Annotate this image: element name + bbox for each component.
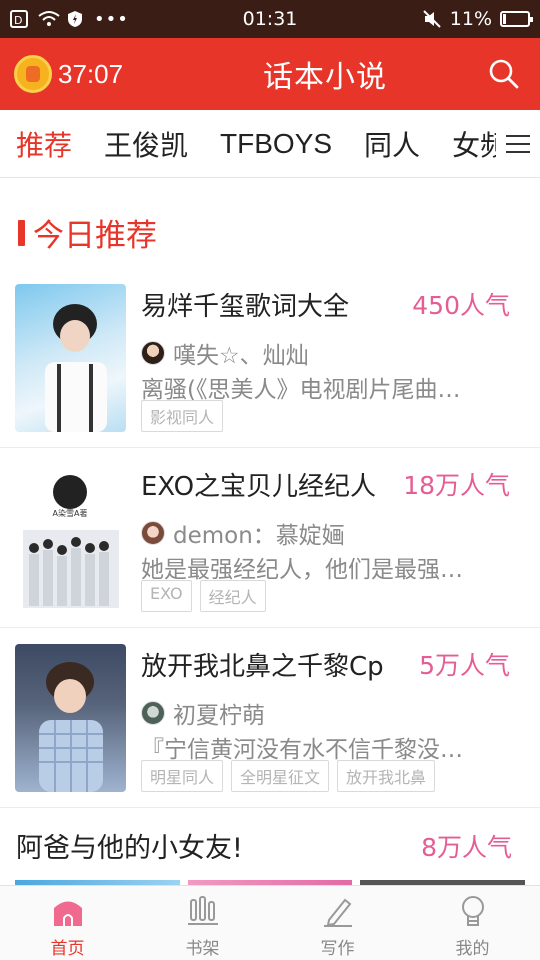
tag[interactable]: 经纪人 [199,580,266,612]
book-item[interactable]: A染雪A著 EXO之宝贝儿经纪人 18万人气 demon：慕婝婳 她是最强经纪人… [0,448,540,628]
author-row: 嘆失☆、灿灿 [141,336,309,370]
author-name: 初夏柠萌 [173,703,265,729]
search-icon [489,59,519,89]
book-title: EXO之宝贝儿经纪人 [141,472,377,502]
app-title: 话本小说 [263,60,387,95]
tag-list: 影视同人 [141,400,224,432]
svg-text:A染雪A著: A染雪A著 [53,508,88,518]
profile-icon [461,896,484,926]
wifi-icon [38,10,60,28]
book-cover [15,644,126,792]
app-header: 37:07 话本小说 [0,38,540,110]
section-featured-book[interactable]: 阿爸与他的小女友! 8万人气 [16,826,526,865]
popularity-count: 5万人气 [419,651,510,680]
tag[interactable]: EXO [141,580,192,612]
scroll-edge [0,178,540,186]
tag-list: EXO 经纪人 [141,580,266,612]
book-description: 『宁信黄河没有水不信千黎没… [141,737,463,763]
nav-label: 首页 [50,939,85,959]
reading-timer[interactable]: 37:07 [0,55,170,93]
timer-text: 37:07 [58,58,124,89]
nav-bookshelf[interactable]: 书架 [135,886,270,960]
book-cover: A染雪A著 [15,464,126,612]
mute-icon [422,10,442,28]
book-description: 离骚(《思美人》电视剧片尾曲… [141,377,461,403]
status-bar: D ••• 01:31 11% [0,0,540,38]
book-cover [15,284,126,432]
popularity-count: 450人气 [412,291,510,320]
more-dots-icon: ••• [94,8,129,30]
book-item[interactable]: 易烊千玺歌词大全 450人气 嘆失☆、灿灿 离骚(《思美人》电视剧片尾曲… 影视… [0,268,540,448]
tab-recommend[interactable]: 推荐 [0,124,88,164]
bookshelf-icon [187,896,218,925]
book-item[interactable]: 放开我北鼻之千黎Cp 5万人气 初夏柠萌 『宁信黄河没有水不信千黎没… 明星同人… [0,628,540,808]
home-icon [53,901,82,926]
write-icon [323,898,352,927]
tag[interactable]: 影视同人 [141,400,224,432]
tab-tfboys[interactable]: TFBOYS [204,128,348,160]
featured-popularity: 8万人气 [421,833,512,862]
author-avatar [141,341,165,365]
tag[interactable]: 明星同人 [141,760,224,792]
battery-fill [503,14,506,24]
tab-menu-icon[interactable] [496,110,540,177]
battery-icon [500,11,533,27]
section-marker [18,219,25,246]
book-list: 易烊千玺歌词大全 450人气 嘆失☆、灿灿 离骚(《思美人》电视剧片尾曲… 影视… [0,268,540,808]
alarm-clock-icon [14,55,52,93]
author-avatar [141,521,165,545]
book-title: 放开我北鼻之千黎Cp [141,652,384,682]
tab-fan-fiction[interactable]: 同人 [348,124,436,164]
battery-percent: 11% [449,8,492,30]
svg-text:D: D [14,14,22,27]
nav-home[interactable]: 首页 [0,886,135,960]
section-title: 今日推荐 [33,218,157,254]
nav-profile[interactable]: 我的 [405,886,540,960]
bottom-navigation: 首页 书架 写作 我的 [0,885,540,960]
nav-label: 写作 [320,939,355,959]
tab-wang-junkai[interactable]: 王俊凯 [88,124,204,164]
author-avatar [141,701,165,725]
section-today-recommend: 今日推荐 [18,210,157,255]
author-name: 嘆失☆、灿灿 [173,343,309,369]
status-left-icons: D ••• [10,9,190,30]
nav-write[interactable]: 写作 [270,886,405,960]
popularity-count: 18万人气 [403,471,510,500]
search-button[interactable] [488,58,520,90]
tag-list: 明星同人 全明星征文 放开我北鼻 [141,760,436,792]
hd-icon: D [10,10,30,28]
book-title: 易烊千玺歌词大全 [141,292,350,322]
status-time: 01:31 [242,8,298,30]
book-description: 她是最强经纪人，他们是最强… [141,557,463,583]
nav-label: 书架 [185,939,220,959]
author-row: 初夏柠萌 [141,696,265,730]
author-row: demon：慕婝婳 [141,516,345,550]
shield-icon [66,10,86,28]
category-tabs: 推荐 王俊凯 TFBOYS 同人 女频 [0,110,540,178]
author-name: demon：慕婝婳 [173,523,345,549]
nav-label: 我的 [455,939,490,959]
tag[interactable]: 全明星征文 [231,760,330,792]
tag[interactable]: 放开我北鼻 [337,760,436,792]
